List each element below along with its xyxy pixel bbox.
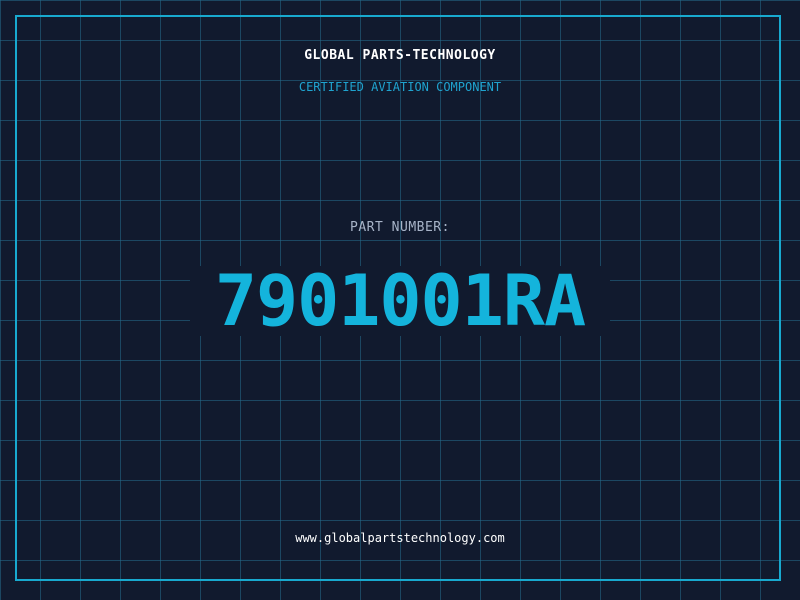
website-url: www.globalpartstechnology.com [295,531,505,545]
blueprint-card: GLOBAL PARTS-TECHNOLOGY CERTIFIED AVIATI… [0,0,800,600]
certification-tagline: CERTIFIED AVIATION COMPONENT [298,80,502,94]
part-number-panel: 7901001RA [190,266,610,336]
part-number-label: PART NUMBER: [350,220,450,235]
part-number-value: 7901001RA [214,260,586,342]
company-name: GLOBAL PARTS-TECHNOLOGY [304,48,496,63]
